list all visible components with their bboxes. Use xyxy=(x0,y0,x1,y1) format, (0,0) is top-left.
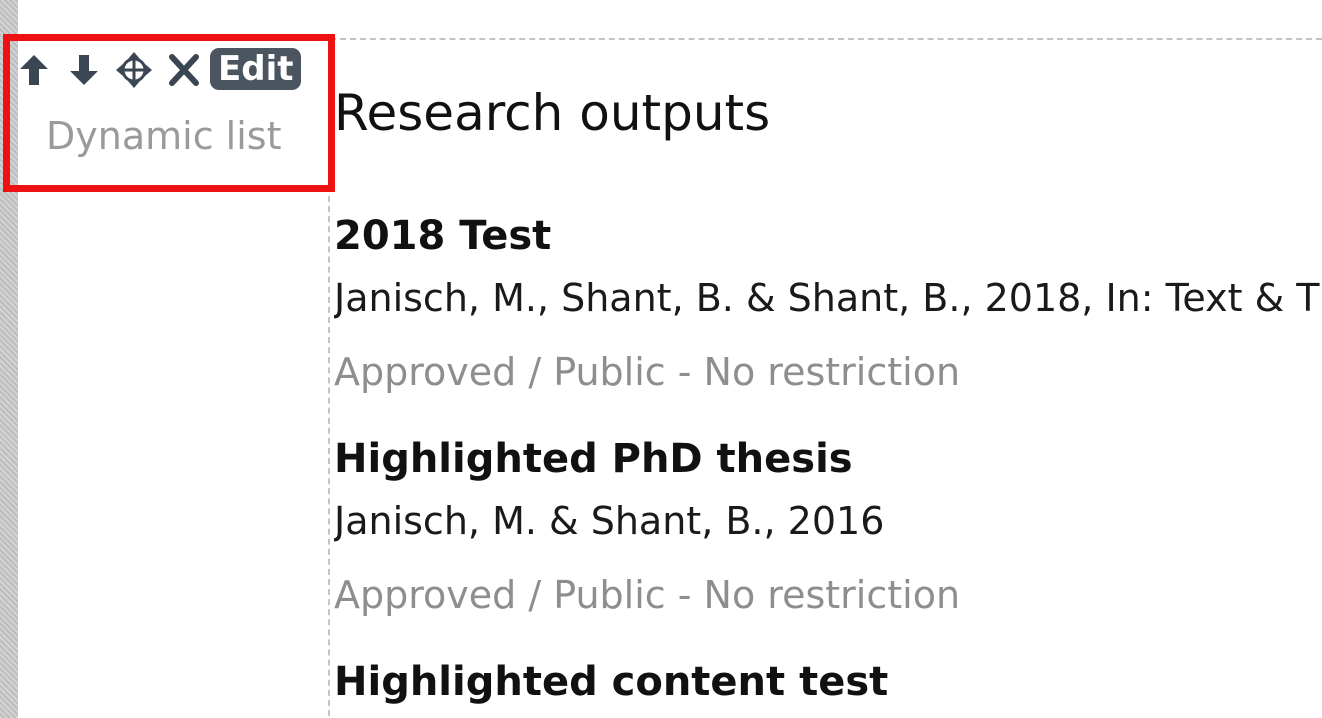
edit-button[interactable]: Edit xyxy=(210,48,302,90)
list-item: 2018 Test Janisch, M., Shant, B. & Shant… xyxy=(334,211,1320,397)
page: Edit Dynamic list Research outputs 2018 … xyxy=(0,0,1322,718)
list-item: Highlighted PhD thesis Janisch, M. & Sha… xyxy=(334,434,960,620)
widget-left-border xyxy=(328,186,330,718)
arrow-up-icon[interactable] xyxy=(16,49,52,89)
move-icon[interactable] xyxy=(116,49,152,89)
list-item: Highlighted content test xyxy=(334,657,888,707)
item-status: Approved / Public - No restriction xyxy=(334,350,961,394)
item-authors: Janisch, M., Shant, B. & Shant, B., 2018… xyxy=(334,276,1320,320)
widget-type-label: Dynamic list xyxy=(46,114,282,158)
content-area: Research outputs 2018 Test Janisch, M., … xyxy=(334,0,1322,718)
section-title: Research outputs xyxy=(334,84,771,142)
widget-toolbar: Edit xyxy=(16,48,302,90)
arrow-down-icon[interactable] xyxy=(66,49,102,89)
item-title[interactable]: Highlighted content test xyxy=(334,657,888,707)
close-icon[interactable] xyxy=(166,49,202,89)
item-status: Approved / Public - No restriction xyxy=(334,573,961,617)
item-title[interactable]: Highlighted PhD thesis xyxy=(334,434,960,484)
item-title[interactable]: 2018 Test xyxy=(334,211,1320,261)
item-authors: Janisch, M. & Shant, B., 2016 xyxy=(334,499,885,543)
